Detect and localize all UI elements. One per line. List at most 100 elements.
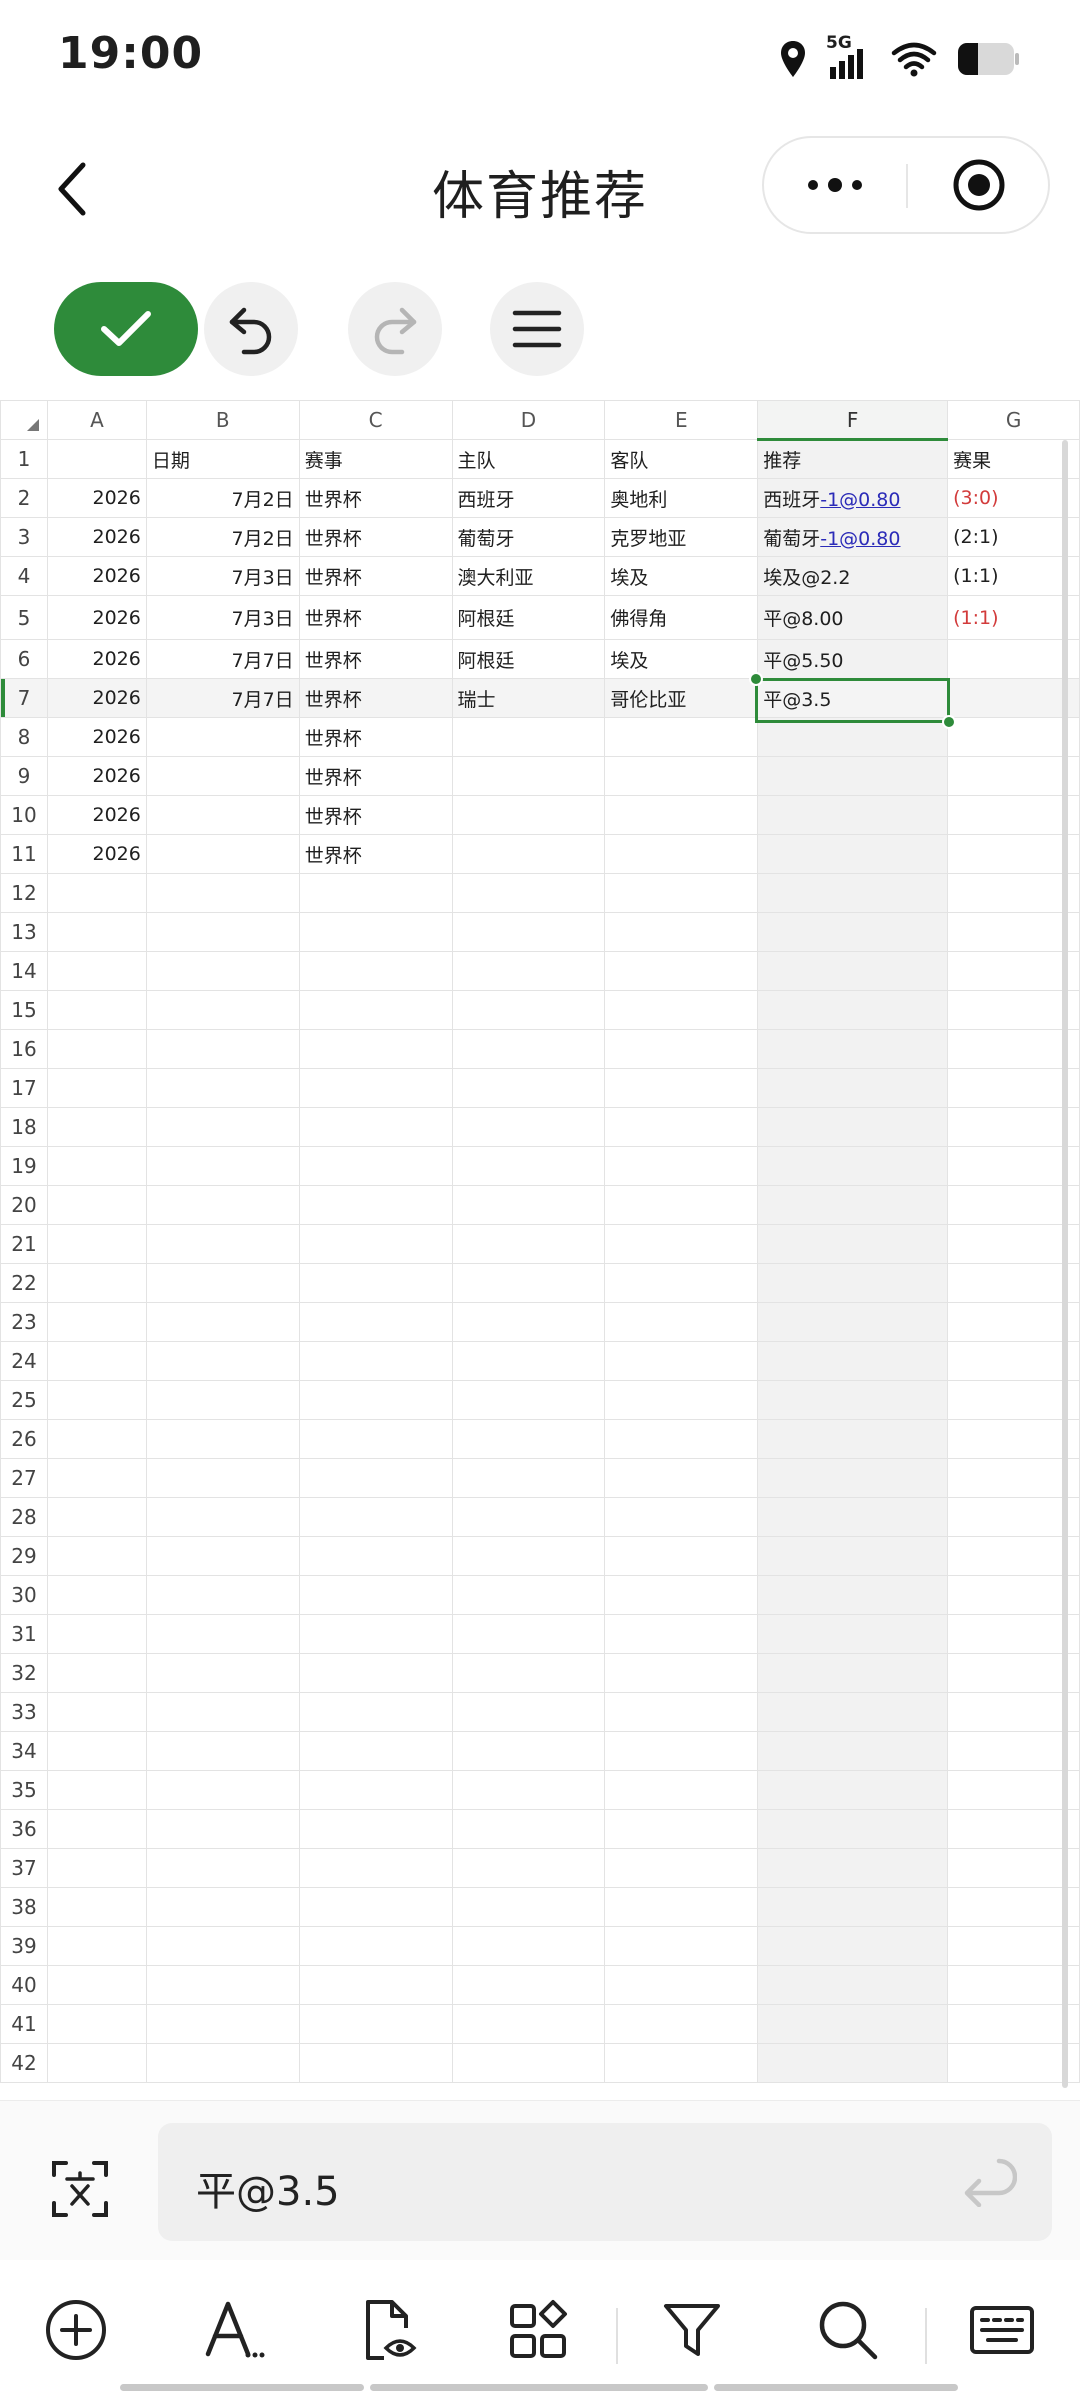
cell[interactable]: [947, 639, 1080, 679]
cell[interactable]: [947, 912, 1080, 952]
row-header[interactable]: 28: [0, 1497, 48, 1537]
cell[interactable]: [757, 1887, 949, 1927]
cell[interactable]: [451, 1029, 606, 1069]
row-header[interactable]: 7: [0, 678, 48, 718]
cell[interactable]: [46, 873, 147, 913]
cell[interactable]: [451, 1497, 606, 1537]
row-header[interactable]: 26: [0, 1419, 48, 1459]
row-header[interactable]: 25: [0, 1380, 48, 1420]
cell[interactable]: [145, 990, 300, 1030]
cell[interactable]: 2026: [46, 595, 147, 640]
cell[interactable]: [298, 1809, 453, 1849]
cell[interactable]: [451, 2043, 606, 2083]
confirm-button[interactable]: [54, 282, 198, 376]
cell[interactable]: [604, 1380, 759, 1420]
cell[interactable]: 埃及@2.2: [757, 556, 949, 596]
cell[interactable]: [947, 1146, 1080, 1186]
cell[interactable]: [46, 912, 147, 952]
cell[interactable]: [757, 1770, 949, 1810]
text-format-button[interactable]: [194, 2290, 274, 2370]
cell[interactable]: [757, 1068, 949, 1108]
row-header[interactable]: 37: [0, 1848, 48, 1888]
cell[interactable]: [145, 1731, 300, 1771]
cell[interactable]: [604, 2004, 759, 2044]
cell[interactable]: [604, 1185, 759, 1225]
cell[interactable]: [451, 1107, 606, 1147]
row-header[interactable]: 2: [0, 478, 48, 518]
cell[interactable]: 西班牙: [451, 478, 606, 518]
cell[interactable]: 7月7日: [145, 639, 300, 679]
cell[interactable]: [46, 1614, 147, 1654]
cell[interactable]: [604, 1770, 759, 1810]
row-header[interactable]: 40: [0, 1965, 48, 2005]
cell[interactable]: [947, 2004, 1080, 2044]
column-header[interactable]: E: [604, 400, 759, 440]
cell[interactable]: 阿根廷: [451, 639, 606, 679]
cell[interactable]: [451, 795, 606, 835]
cell[interactable]: [298, 1341, 453, 1381]
cell[interactable]: [604, 1419, 759, 1459]
row-header[interactable]: 41: [0, 2004, 48, 2044]
cell[interactable]: [757, 1614, 949, 1654]
cell[interactable]: [46, 2043, 147, 2083]
cell[interactable]: [298, 1068, 453, 1108]
cell[interactable]: [757, 1458, 949, 1498]
cell[interactable]: [947, 1263, 1080, 1303]
row-header[interactable]: 23: [0, 1302, 48, 1342]
cell[interactable]: [451, 1575, 606, 1615]
cell[interactable]: [757, 1146, 949, 1186]
cell[interactable]: [145, 1068, 300, 1108]
cell[interactable]: [298, 1575, 453, 1615]
cell[interactable]: 平@8.00: [757, 595, 949, 640]
row-header[interactable]: 15: [0, 990, 48, 1030]
row-header[interactable]: 8: [0, 717, 48, 757]
cell[interactable]: [451, 1224, 606, 1264]
cell[interactable]: [46, 1419, 147, 1459]
cell[interactable]: [451, 1302, 606, 1342]
cell[interactable]: [947, 1380, 1080, 1420]
cell[interactable]: [46, 1926, 147, 1966]
cell[interactable]: [604, 1302, 759, 1342]
cell[interactable]: [298, 990, 453, 1030]
cell[interactable]: [604, 1029, 759, 1069]
row-header[interactable]: 11: [0, 834, 48, 874]
cell[interactable]: [298, 1653, 453, 1693]
cell[interactable]: [604, 1809, 759, 1849]
cell[interactable]: [947, 1458, 1080, 1498]
cell[interactable]: [604, 756, 759, 796]
insert-button[interactable]: [36, 2290, 116, 2370]
cell[interactable]: [145, 1497, 300, 1537]
cell[interactable]: [145, 1809, 300, 1849]
cell[interactable]: [947, 990, 1080, 1030]
cell[interactable]: [604, 873, 759, 913]
cell[interactable]: [757, 1848, 949, 1888]
cell[interactable]: [947, 1731, 1080, 1771]
column-header[interactable]: D: [451, 400, 606, 440]
cell[interactable]: 世界杯: [298, 517, 453, 557]
cell[interactable]: [46, 1458, 147, 1498]
row-header[interactable]: 1: [0, 439, 48, 479]
cell[interactable]: [604, 717, 759, 757]
cell[interactable]: [46, 1575, 147, 1615]
cell[interactable]: [298, 1536, 453, 1576]
row-header[interactable]: 36: [0, 1809, 48, 1849]
cell[interactable]: (1:1): [947, 556, 1080, 596]
cell[interactable]: [757, 1302, 949, 1342]
cell[interactable]: [451, 717, 606, 757]
cell[interactable]: [298, 873, 453, 913]
cell[interactable]: [947, 873, 1080, 913]
cell[interactable]: 哥伦比亚: [604, 678, 759, 718]
cell[interactable]: 2026: [46, 834, 147, 874]
cell[interactable]: [757, 1575, 949, 1615]
cell[interactable]: [947, 1536, 1080, 1576]
cell[interactable]: [604, 1146, 759, 1186]
cell[interactable]: [947, 834, 1080, 874]
row-header[interactable]: 32: [0, 1653, 48, 1693]
cell[interactable]: [145, 1107, 300, 1147]
cell[interactable]: [757, 990, 949, 1030]
cell[interactable]: [604, 1341, 759, 1381]
cell[interactable]: 西班牙-1@0.80: [757, 478, 949, 518]
cell[interactable]: [604, 1575, 759, 1615]
cell[interactable]: 2026: [46, 478, 147, 518]
cell[interactable]: [145, 1575, 300, 1615]
